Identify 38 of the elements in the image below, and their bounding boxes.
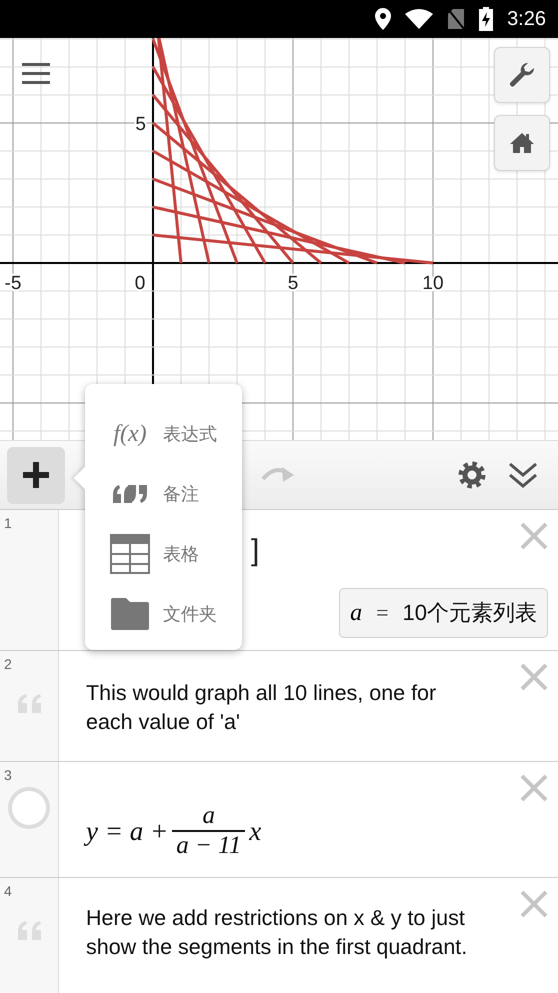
quote-icon — [17, 693, 43, 713]
home-icon — [510, 133, 534, 153]
quote-icon — [17, 920, 43, 940]
row-number: 1 — [4, 515, 12, 531]
settings-icon[interactable] — [458, 461, 486, 489]
add-item-button[interactable] — [7, 446, 65, 504]
plus-icon — [23, 462, 49, 488]
menu-item[interactable]: 备注 — [85, 464, 242, 524]
menu-item[interactable]: 文件夹 — [85, 584, 242, 644]
axis-label: 5 — [288, 273, 298, 294]
wrench-icon — [509, 62, 535, 88]
home-button[interactable] — [494, 115, 550, 171]
location-icon — [375, 8, 392, 30]
axis-label: -5 — [4, 273, 22, 294]
table-icon — [110, 534, 150, 574]
axis-label: 0 — [134, 273, 146, 294]
axis-label: 10 — [422, 273, 444, 294]
battery-charging-icon — [479, 7, 494, 31]
wifi-icon — [405, 9, 434, 29]
no-sim-icon — [447, 8, 466, 30]
function-icon: f(x) — [113, 420, 147, 448]
folder-icon — [111, 598, 149, 630]
row-number: 3 — [4, 767, 12, 783]
quote-icon — [112, 485, 148, 503]
menu-item[interactable]: f(x) 表达式 — [85, 404, 242, 464]
collapse-icon[interactable] — [508, 461, 538, 489]
list-value-chip: a = 10个元素列表 — [339, 588, 548, 638]
menu-item[interactable]: 表格 — [85, 524, 242, 584]
graph-settings-button[interactable] — [494, 47, 550, 103]
menu-icon[interactable] — [22, 62, 50, 86]
graph-visibility-toggle[interactable] — [6, 785, 52, 831]
axis-label: 5 — [135, 114, 146, 135]
row-number: 4 — [4, 883, 12, 899]
note-text[interactable]: Here we add restrictions on x & y to just show the segments in the first quadrant. — [86, 904, 478, 962]
expression-text[interactable]: ] — [251, 534, 260, 568]
clock-time: 3:26 — [507, 8, 546, 30]
note-text[interactable]: This would graph all 10 lines, one for each value of 'a' — [86, 679, 478, 737]
row-number: 2 — [4, 656, 12, 672]
